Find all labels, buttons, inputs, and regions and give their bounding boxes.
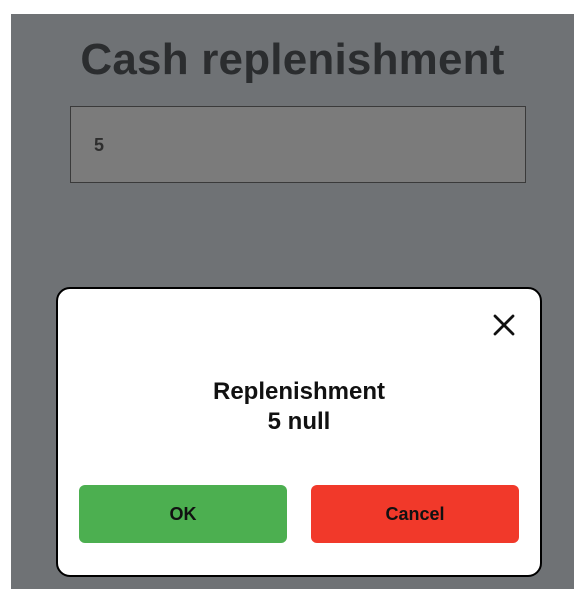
dialog-message-title: Replenishment [212,378,386,405]
dialog-message-detail: 5 null [267,408,331,435]
ok-button[interactable]: OK [79,485,287,543]
app-screen: Cash replenishment 5 Replenishment 5 nul… [11,14,574,589]
amount-value: 5 [94,135,105,155]
amount-input[interactable]: 5 [70,106,526,183]
confirmation-dialog: Replenishment 5 null OK Cancel [56,287,542,577]
close-button[interactable] [490,311,518,339]
cancel-button[interactable]: Cancel [311,485,519,543]
close-icon [493,314,515,336]
dialog-message: Replenishment 5 null [58,377,540,437]
page-title: Cash replenishment [80,35,505,84]
